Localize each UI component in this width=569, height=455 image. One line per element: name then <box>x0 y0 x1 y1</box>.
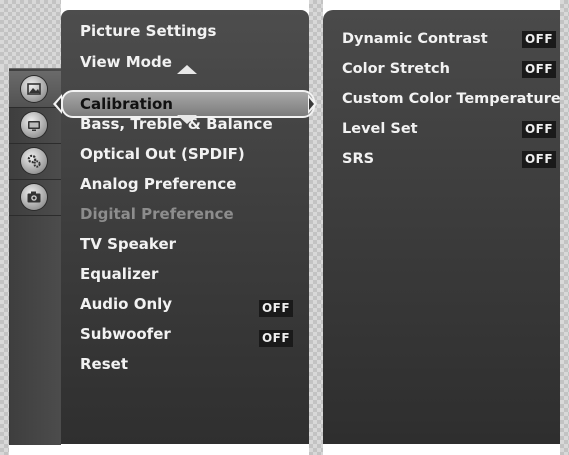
submenu-item-label: Dynamic Contrast <box>342 31 488 47</box>
submenu-item-label: Color Stretch <box>342 61 450 77</box>
menu-item-label: Digital Preference <box>80 205 234 223</box>
submenu-item-custom-color-temperature[interactable]: Custom Color Temperature <box>342 86 561 112</box>
menu-item-reset[interactable]: Reset <box>80 351 128 377</box>
category-camera[interactable] <box>9 179 61 216</box>
picture-icon <box>21 76 47 102</box>
category-settings[interactable] <box>9 143 61 180</box>
level-set-status-badge: OFF <box>522 121 556 138</box>
menu-item-label: Subwoofer <box>80 325 171 343</box>
menu-item-subwoofer[interactable]: Subwoofer <box>80 321 171 347</box>
tv-menu-screen: Picture Settings View Mode Calibration B… <box>0 0 569 455</box>
background-pattern <box>0 0 61 68</box>
menu-item-label: Analog Preference <box>80 175 237 193</box>
menu-item-label: TV Speaker <box>80 235 177 253</box>
menu-item-label: Equalizer <box>80 265 159 283</box>
submenu-item-dynamic-contrast[interactable]: Dynamic Contrast <box>342 26 488 52</box>
camera-icon <box>21 184 47 210</box>
submenu-item-label: Level Set <box>342 121 418 137</box>
color-stretch-status-badge: OFF <box>522 61 556 78</box>
menu-item-digital-preference: Digital Preference <box>80 201 234 227</box>
menu-item-label: Reset <box>80 355 128 373</box>
dynamic-contrast-status-badge: OFF <box>522 31 556 48</box>
menu-item-label: Audio Only <box>80 295 173 313</box>
scroll-up-icon[interactable] <box>177 65 197 74</box>
submenu-item-srs[interactable]: SRS <box>342 146 374 172</box>
scroll-left-icon[interactable] <box>53 94 62 114</box>
submenu-item-label: SRS <box>342 151 375 167</box>
menu-item-audio-only[interactable]: Audio Only <box>80 291 172 317</box>
submenu-item-color-stretch[interactable]: Color Stretch <box>342 56 450 82</box>
background-pattern <box>309 0 323 455</box>
menu-item-optical-out[interactable]: Optical Out (SPDIF) <box>80 141 245 167</box>
scroll-down-icon[interactable] <box>177 115 197 124</box>
menu-item-label: Picture Settings <box>80 22 217 40</box>
menu-item-label: View Mode <box>80 53 172 71</box>
menu-item-tv-speaker[interactable]: TV Speaker <box>80 231 176 257</box>
audio-only-status-badge: OFF <box>259 300 293 317</box>
tv-icon <box>21 112 47 138</box>
menu-item-view-mode[interactable]: View Mode <box>80 49 172 75</box>
srs-status-badge: OFF <box>522 151 556 168</box>
submenu-item-label: Custom Color Temperature <box>342 91 561 107</box>
submenu-item-level-set[interactable]: Level Set <box>342 116 418 142</box>
background-pattern <box>0 68 9 455</box>
menu-item-label: Optical Out (SPDIF) <box>80 145 245 163</box>
category-icon-bar <box>9 68 61 445</box>
settings-icon <box>21 148 47 174</box>
menu-item-picture-settings[interactable]: Picture Settings <box>80 18 216 44</box>
menu-item-analog-preference[interactable]: Analog Preference <box>80 171 236 197</box>
calibration-submenu-panel: Dynamic Contrast OFF Color Stretch OFF C… <box>323 10 561 444</box>
background-pattern <box>560 0 569 455</box>
menu-item-equalizer[interactable]: Equalizer <box>80 261 158 287</box>
subwoofer-status-badge: OFF <box>259 330 293 347</box>
scroll-right-icon[interactable] <box>308 94 317 114</box>
audio-menu-panel: Picture Settings View Mode Calibration B… <box>53 10 317 444</box>
